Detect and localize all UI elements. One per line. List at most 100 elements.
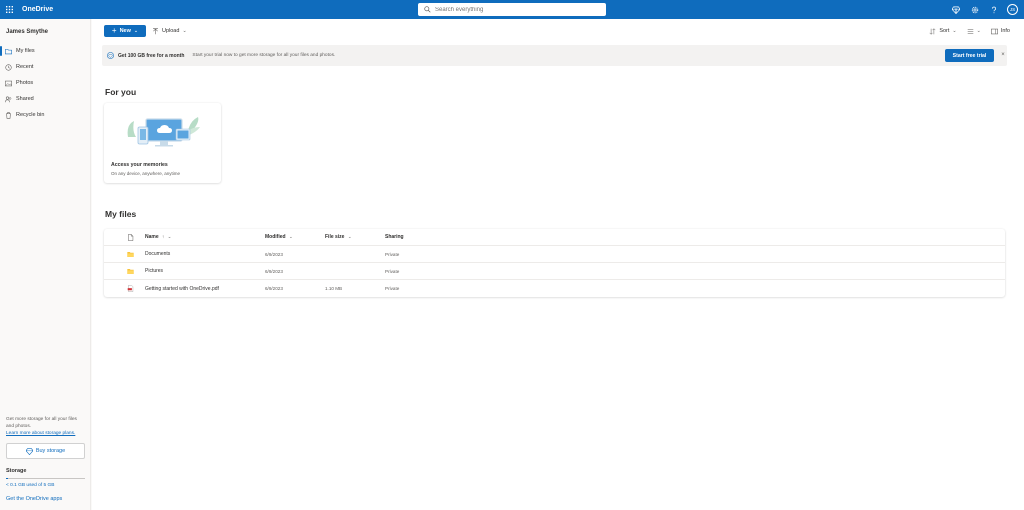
diamond-icon — [25, 447, 33, 455]
column-header-file-size[interactable]: File size ⌄ — [325, 234, 352, 240]
column-header-label: Sharing — [385, 234, 404, 240]
app-launcher-button[interactable] — [0, 0, 18, 19]
file-modified: 6/9/2023 — [265, 251, 283, 257]
files-table: Name ↑ ⌄ Modified ⌄ File size ⌄ Sharing … — [104, 229, 1005, 297]
sort-icon — [929, 27, 936, 35]
column-header-name[interactable]: Name ↑ ⌄ — [145, 234, 171, 240]
sidebar-item-recycle-bin[interactable]: Recycle bin — [0, 107, 91, 123]
storage-bar-fill — [6, 478, 8, 479]
sidebar-nav: My files Recent Photos Shared Recycle bi… — [0, 43, 91, 123]
settings-button[interactable] — [965, 0, 984, 19]
chevron-down-icon: ⌄ — [288, 234, 293, 239]
table-row[interactable]: Documents 6/9/2023 Private — [104, 246, 1005, 263]
sidebar-item-photos[interactable]: Photos — [0, 75, 91, 91]
sidebar-item-label: Recent — [16, 64, 34, 70]
diamond-icon — [951, 5, 960, 14]
devices-cloud-illustration — [127, 117, 200, 147]
search-input[interactable] — [435, 6, 585, 13]
people-icon — [5, 96, 12, 102]
get-apps-link[interactable]: Get the OneDrive apps — [6, 496, 62, 502]
upload-button[interactable]: Upload ⌄ — [152, 25, 187, 37]
sort-label: Sort — [939, 28, 950, 34]
new-button[interactable]: + New ⌄ — [104, 25, 146, 37]
table-row[interactable]: Getting started with OneDrive.pdf 6/9/20… — [104, 280, 1005, 297]
sidebar-item-my-files[interactable]: My files — [0, 43, 91, 59]
sort-arrow-icon: ↑ — [162, 234, 165, 239]
upload-icon — [153, 27, 158, 34]
premium-button[interactable] — [946, 0, 965, 19]
storage-trial-banner: Get 100 GB free for a month Start your t… — [102, 45, 1007, 66]
main-content: + New ⌄ Upload ⌄ Sort ⌄ ⌄ Info Get 100 G… — [92, 19, 1024, 510]
view-options-button[interactable]: ⌄ — [967, 28, 981, 35]
file-sharing: Private — [385, 251, 400, 257]
storage-used-link[interactable]: < 0.1 GB used of 5 GB — [6, 483, 54, 488]
table-header-row: Name ↑ ⌄ Modified ⌄ File size ⌄ Sharing — [104, 229, 1005, 246]
folder-icon — [127, 268, 134, 274]
new-label: New — [119, 28, 131, 34]
waffle-icon — [5, 6, 13, 13]
details-pane-icon — [990, 28, 998, 34]
card-title: Access your memories — [111, 162, 168, 168]
chevron-down-icon: ⌄ — [182, 28, 187, 34]
search-icon — [424, 6, 431, 13]
file-size: 1.10 MB — [325, 286, 343, 291]
chevron-down-icon: ⌄ — [976, 28, 981, 34]
start-free-trial-button[interactable]: Start free trial — [945, 49, 994, 62]
gear-icon — [971, 6, 978, 13]
sidebar-item-label: Recycle bin — [16, 112, 45, 118]
close-icon[interactable]: × — [999, 50, 1007, 60]
command-bar: + New ⌄ Upload ⌄ Sort ⌄ ⌄ Info — [92, 19, 1024, 41]
top-actions: JS — [946, 0, 1024, 19]
folder-icon — [127, 251, 134, 257]
for-you-heading: For you — [105, 87, 137, 97]
chevron-down-icon: ⌄ — [133, 28, 139, 34]
storage-promo-text: Get more storage for all your files and … — [6, 417, 77, 429]
column-header-label: Modified — [265, 234, 286, 240]
chevron-down-icon: ⌄ — [347, 234, 352, 239]
list-view-icon — [967, 28, 973, 34]
help-button[interactable] — [984, 0, 1003, 19]
sidebar: James Smythe My files Recent Photos Shar… — [0, 19, 91, 510]
chevron-down-icon: ⌄ — [167, 234, 172, 239]
buy-storage-label: Buy storage — [35, 448, 66, 454]
folder-icon — [5, 48, 12, 54]
info-button[interactable]: Info — [990, 28, 1010, 35]
storage-bar — [6, 478, 85, 479]
file-sharing: Private — [385, 286, 400, 291]
table-row[interactable]: Pictures 6/9/2023 Private — [104, 263, 1005, 280]
file-name[interactable]: Pictures — [145, 268, 163, 274]
sidebar-item-recent[interactable]: Recent — [0, 59, 91, 75]
storage-promo: Get more storage for all your files and … — [6, 416, 86, 437]
column-header-modified[interactable]: Modified ⌄ — [265, 234, 293, 240]
avatar[interactable]: JS — [1007, 4, 1018, 15]
memories-card[interactable]: Access your memories On any device, anyw… — [104, 103, 221, 183]
user-name: James Smythe — [6, 29, 49, 35]
sidebar-item-label: My files — [16, 48, 35, 54]
search-box[interactable] — [418, 3, 606, 16]
file-modified: 6/9/2023 — [265, 286, 283, 291]
pdf-file-icon — [127, 285, 134, 292]
file-modified: 6/9/2023 — [265, 268, 283, 274]
column-header-sharing[interactable]: Sharing — [385, 234, 404, 240]
chevron-down-icon: ⌄ — [952, 28, 957, 34]
file-name[interactable]: Getting started with OneDrive.pdf — [145, 286, 219, 292]
banner-title: Get 100 GB free for a month — [118, 52, 185, 59]
file-type-icon[interactable] — [127, 233, 134, 241]
file-sharing: Private — [385, 268, 400, 274]
column-header-label: Name — [145, 234, 159, 240]
app-title[interactable]: OneDrive — [22, 6, 53, 13]
info-label: Info — [1000, 28, 1010, 34]
column-header-label: File size — [325, 234, 345, 240]
diamond-icon — [107, 52, 114, 59]
upload-label: Upload — [162, 28, 180, 34]
sidebar-item-label: Photos — [16, 80, 34, 86]
card-subtitle: On any device, anywhere, anytime — [111, 171, 181, 176]
my-files-heading: My files — [105, 209, 137, 219]
storage-plans-link[interactable]: Learn more about storage plans. — [6, 430, 86, 437]
sort-button[interactable]: Sort ⌄ — [929, 27, 957, 35]
buy-storage-button[interactable]: Buy storage — [6, 443, 85, 459]
plus-icon: + — [111, 26, 117, 35]
sidebar-item-shared[interactable]: Shared — [0, 91, 91, 107]
file-name[interactable]: Documents — [145, 251, 170, 257]
top-bar: OneDrive JS — [0, 0, 1024, 19]
